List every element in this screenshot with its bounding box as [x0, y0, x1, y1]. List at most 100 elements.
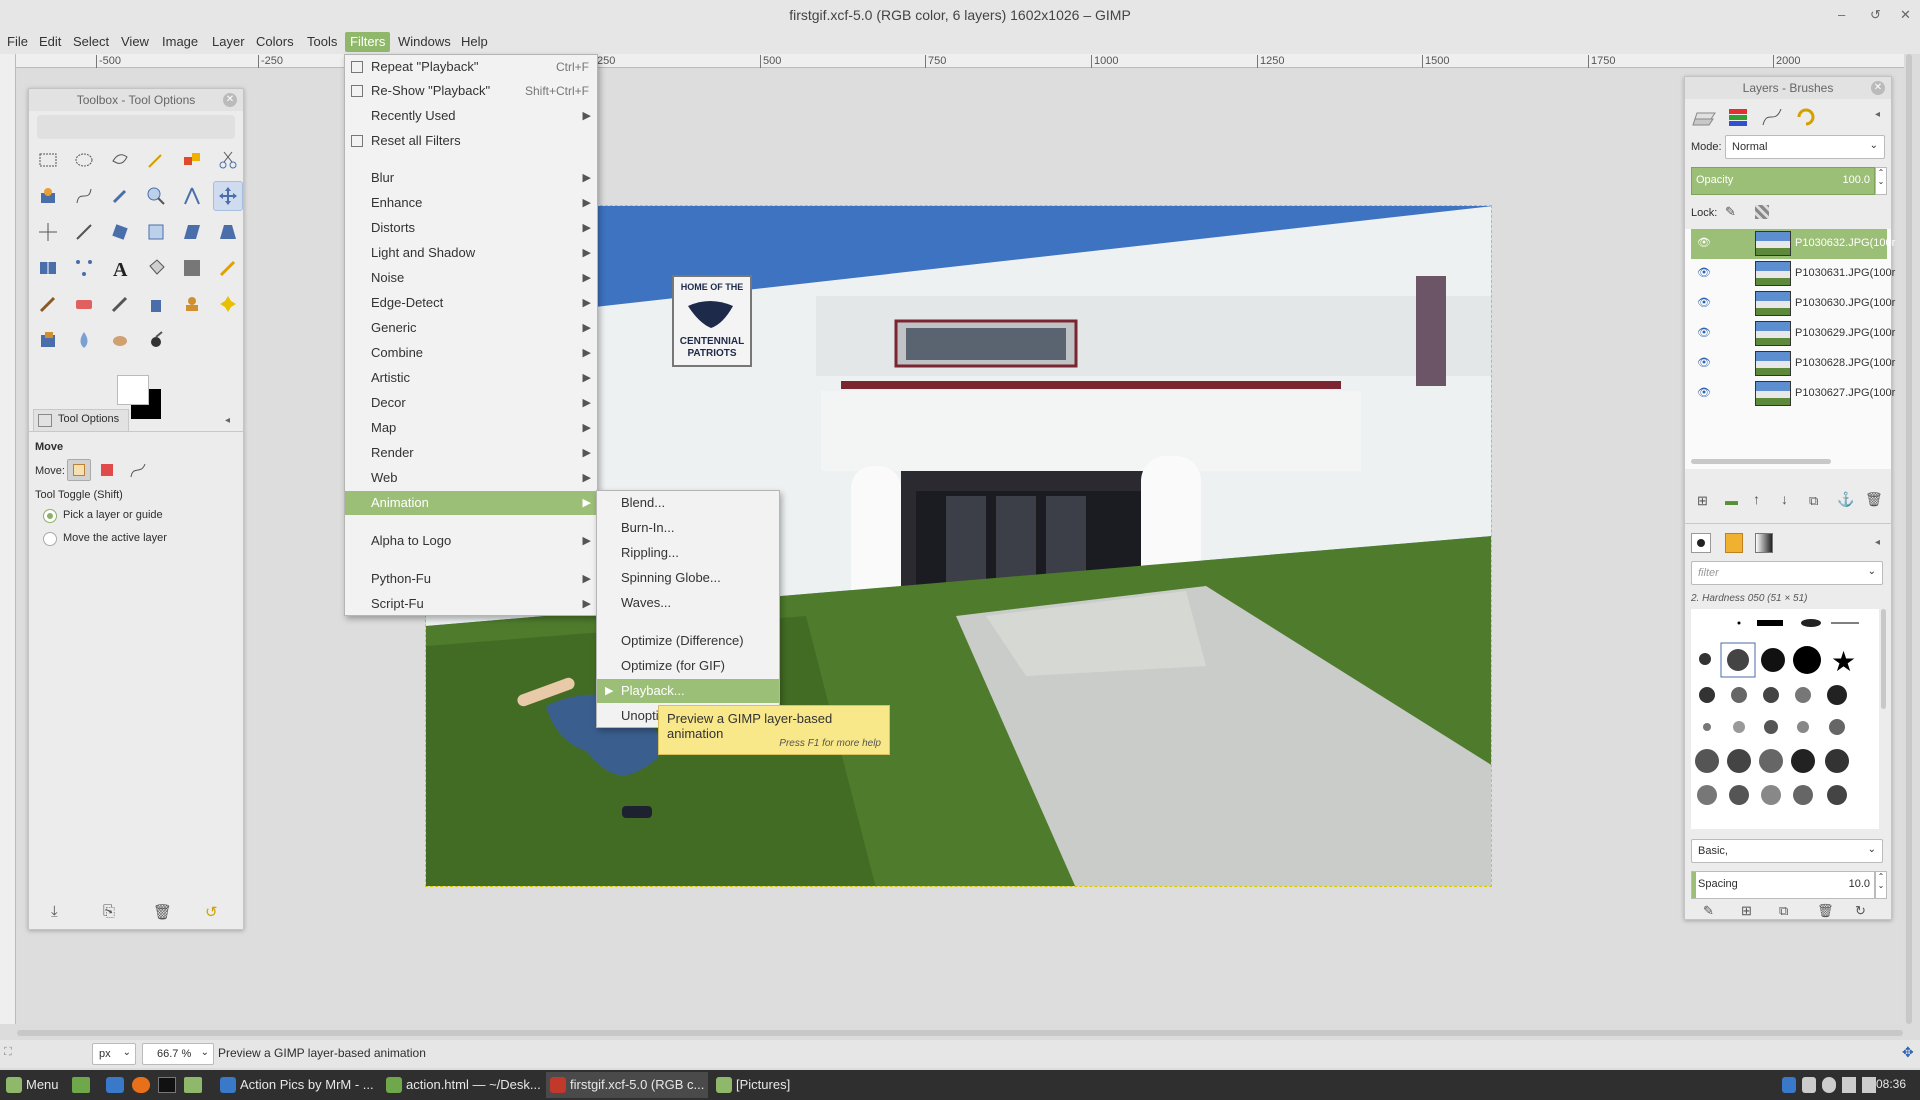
tab-gradients[interactable] — [1755, 533, 1773, 553]
raise-layer-icon[interactable]: ↑ — [1753, 491, 1760, 507]
menu-reset-filters[interactable]: Reset all Filters — [345, 129, 597, 153]
network-icon[interactable] — [1842, 1077, 1856, 1093]
option-pick-layer[interactable]: Pick a layer or guide — [63, 509, 163, 521]
brush-filter-input[interactable]: filter ⌄ — [1691, 561, 1883, 585]
files-icon[interactable] — [184, 1077, 202, 1093]
layer-row[interactable]: 👁 P1030630.JPG(100r — [1691, 289, 1895, 319]
reset-options-icon[interactable]: ↺ — [205, 903, 218, 921]
lower-layer-icon[interactable]: ↓ — [1781, 491, 1788, 507]
move-selection-button[interactable] — [101, 464, 113, 476]
tab-brushes[interactable] — [1691, 533, 1711, 553]
duplicate-layer-icon[interactable]: ⧉ — [1809, 493, 1818, 509]
ellipse-select-icon[interactable] — [69, 145, 99, 175]
menu-combine[interactable]: Combine ▶ — [345, 341, 597, 365]
layer-row[interactable]: 👁 P1030627.JPG(100r — [1691, 379, 1895, 409]
layer-name[interactable]: P1030631.JPG(100r — [1795, 267, 1895, 279]
tab-channels[interactable] — [1725, 105, 1751, 129]
volume-icon[interactable] — [1862, 1077, 1876, 1093]
radio-pick-layer[interactable] — [43, 509, 57, 523]
paths-icon[interactable] — [69, 181, 99, 211]
shear-icon[interactable] — [177, 217, 207, 247]
vertical-ruler[interactable] — [0, 54, 16, 1024]
menu-spinning-globe[interactable]: Spinning Globe... — [597, 566, 779, 590]
airbrush-icon[interactable] — [105, 289, 135, 319]
menu-repeat-playback[interactable]: Repeat "Playback" Ctrl+F — [345, 55, 597, 79]
menu-help[interactable]: Help — [456, 32, 493, 52]
option-move-active[interactable]: Move the active layer — [63, 532, 167, 544]
dodge-burn-icon[interactable] — [141, 325, 171, 355]
menu-decor[interactable]: Decor ▶ — [345, 391, 597, 415]
visibility-eye-icon[interactable]: 👁 — [1697, 236, 1711, 249]
save-options-icon[interactable]: ⤓ — [51, 903, 58, 920]
eraser-icon[interactable] — [69, 289, 99, 319]
start-menu-button[interactable]: Menu — [2, 1072, 66, 1098]
taskbar-window-files[interactable]: [Pictures] — [712, 1072, 872, 1098]
user-icon[interactable] — [1822, 1077, 1836, 1093]
layer-row[interactable]: 👁 P1030629.JPG(100r — [1691, 319, 1895, 349]
heal-icon[interactable] — [213, 289, 243, 319]
cage-transform-icon[interactable] — [69, 253, 99, 283]
new-layer-icon[interactable]: ⊞ — [1697, 493, 1708, 509]
vertical-scrollbar[interactable] — [1906, 54, 1912, 1024]
menu-alpha-to-logo[interactable]: Alpha to Logo ▶ — [345, 529, 597, 553]
edit-brush-icon[interactable]: ✎ — [1703, 903, 1714, 919]
layer-row[interactable]: 👁 P1030631.JPG(100r — [1691, 259, 1895, 289]
anchor-layer-icon[interactable]: ⚓ — [1837, 491, 1854, 508]
layer-name[interactable]: P1030629.JPG(100r — [1795, 327, 1895, 339]
scissors-icon[interactable] — [213, 145, 243, 175]
taskbar-window-chromium[interactable]: Action Pics by MrM - ... — [216, 1072, 376, 1098]
menu-select[interactable]: Select — [68, 32, 114, 52]
menu-optimize-difference[interactable]: Optimize (Difference) — [597, 629, 779, 653]
menu-noise[interactable]: Noise ▶ — [345, 266, 597, 290]
crop-icon[interactable] — [69, 217, 99, 247]
restore-options-icon[interactable]: ⎘ — [103, 903, 115, 920]
maximize-button[interactable]: ↺ — [1870, 0, 1881, 30]
menu-web[interactable]: Web ▶ — [345, 466, 597, 490]
menu-view[interactable]: View — [116, 32, 154, 52]
select-by-color-icon[interactable] — [177, 145, 207, 175]
menu-light-shadow[interactable]: Light and Shadow ▶ — [345, 241, 597, 265]
minimize-button[interactable]: – — [1838, 0, 1845, 30]
delete-options-icon[interactable]: 🗑 — [153, 903, 172, 921]
tab-tool-options[interactable]: Tool Options — [33, 409, 129, 431]
menu-script-fu[interactable]: Script-Fu ▶ — [345, 592, 597, 616]
tab-patterns[interactable] — [1725, 533, 1743, 553]
menu-blend[interactable]: Blend... — [597, 491, 779, 515]
visibility-eye-icon[interactable]: 👁 — [1697, 296, 1711, 309]
tab-undo-history[interactable] — [1793, 105, 1819, 129]
spacing-slider[interactable]: Spacing 10.0 — [1691, 871, 1875, 899]
delete-layer-icon[interactable]: 🗑 — [1865, 491, 1883, 508]
move-path-button[interactable] — [129, 461, 147, 479]
zoom-icon[interactable] — [141, 181, 171, 211]
measure-icon[interactable] — [177, 181, 207, 211]
menu-image[interactable]: Image — [157, 32, 203, 52]
unit-select[interactable]: px ⌄ — [92, 1043, 136, 1065]
layer-name[interactable]: P1030632.JPG(100r — [1795, 237, 1895, 249]
close-window-button[interactable]: ✕ — [1900, 0, 1911, 30]
perspective-icon[interactable] — [213, 217, 243, 247]
mode-select[interactable]: Normal ⌄ — [1725, 135, 1885, 159]
radio-move-active[interactable] — [43, 532, 57, 546]
free-select-icon[interactable] — [105, 145, 135, 175]
update-manager-icon[interactable] — [1802, 1077, 1816, 1093]
navigate-icon[interactable]: ✥ — [1902, 1044, 1914, 1061]
menu-python-fu[interactable]: Python-Fu ▶ — [345, 567, 597, 591]
menu-edit[interactable]: Edit — [34, 32, 66, 52]
menu-render[interactable]: Render ▶ — [345, 441, 597, 465]
smudge-icon[interactable] — [105, 325, 135, 355]
wilber-drop-area[interactable] — [37, 115, 235, 139]
foreground-select-icon[interactable] — [33, 181, 63, 211]
menu-playback[interactable]: ▶ Playback... — [597, 679, 779, 703]
lock-alpha-icon[interactable] — [1755, 205, 1769, 219]
zoom-select[interactable]: 66.7 % ⌄ — [142, 1043, 214, 1065]
tab-paths[interactable] — [1759, 105, 1785, 129]
layer-row[interactable]: 👁 P1030632.JPG(100r — [1691, 229, 1895, 259]
panel-menu-icon[interactable]: ◂ — [1875, 109, 1880, 120]
menu-windows[interactable]: Windows — [393, 32, 456, 52]
menu-artistic[interactable]: Artistic ▶ — [345, 366, 597, 390]
layers-hscrollbar[interactable] — [1691, 459, 1831, 464]
menu-tools[interactable]: Tools — [302, 32, 342, 52]
menu-waves[interactable]: Waves... — [597, 591, 779, 615]
layer-name[interactable]: P1030627.JPG(100r — [1795, 387, 1895, 399]
menu-animation[interactable]: Animation ▶ — [345, 491, 597, 515]
